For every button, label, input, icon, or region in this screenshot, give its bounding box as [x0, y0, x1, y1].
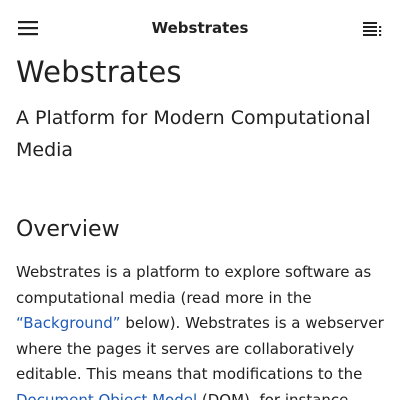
app-bar-title: Webstrates [151, 19, 249, 37]
paragraph-text: (DOM), for instance [197, 390, 349, 400]
background-link[interactable]: “Background” [16, 314, 121, 332]
section-heading-overview: Overview [16, 217, 120, 242]
toc-icon [363, 22, 382, 36]
paragraph-text: Webstrates is a platform to explore soft… [16, 263, 372, 307]
page-title: Webstrates [16, 55, 182, 89]
page: Webstrates Webstrates A Platform for Mod… [0, 0, 400, 400]
top-app-bar: Webstrates [0, 0, 400, 56]
overview-paragraph: Webstrates is a platform to explore soft… [16, 260, 384, 400]
main-content: Webstrates A Platform for Modern Computa… [16, 52, 384, 400]
page-subtitle: A Platform for Modern Computational Medi… [16, 107, 371, 161]
table-of-contents-button[interactable] [360, 17, 384, 39]
dom-link[interactable]: Document Object Model [16, 391, 197, 400]
